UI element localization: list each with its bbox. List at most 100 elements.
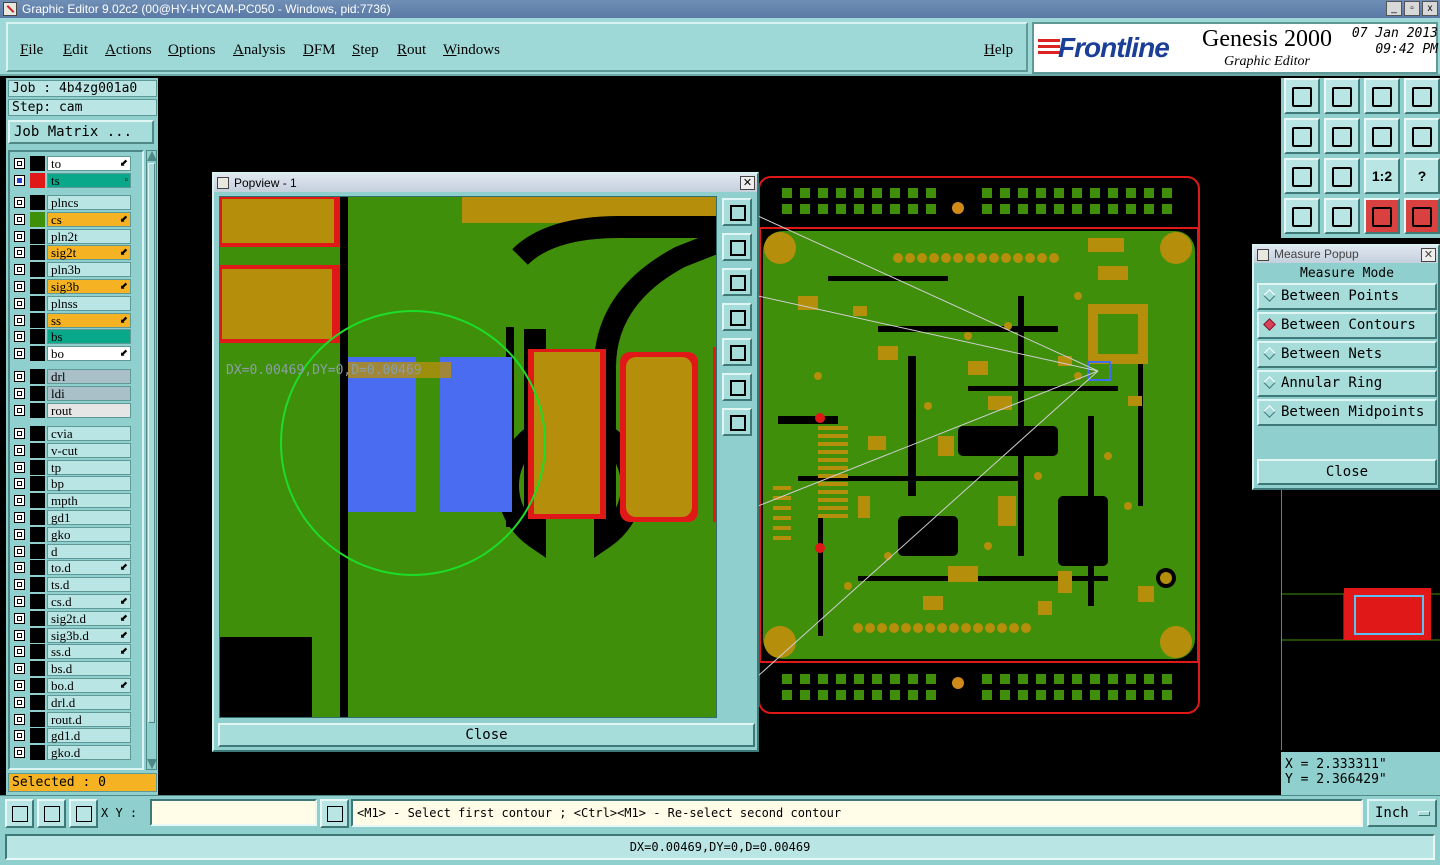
option-annular-ring[interactable]: Annular Ring xyxy=(1257,370,1437,397)
layer-color-swatch[interactable] xyxy=(30,229,45,244)
layer-row-pln2t[interactable]: pln2t xyxy=(12,229,140,244)
layer-name[interactable]: v-cut xyxy=(47,443,131,458)
menu-analysis[interactable]: Analysis xyxy=(233,42,286,59)
menu-actions[interactable]: Actions xyxy=(105,42,152,59)
layer-row-gko[interactable]: gko xyxy=(12,527,140,542)
layer-row-sig2t.d[interactable]: sig2t.d ⬋ xyxy=(12,611,140,626)
close-window-button[interactable]: x xyxy=(1422,1,1438,16)
layer-color-swatch[interactable] xyxy=(30,279,45,294)
layer-row-ts.d[interactable]: ts.d xyxy=(12,577,140,592)
layer-name[interactable]: sig3b ⬋ xyxy=(47,279,131,294)
popview-zoom-out-icon[interactable] xyxy=(722,373,752,401)
measure-close-button[interactable]: Close xyxy=(1257,459,1437,485)
option-between-nets[interactable]: Between Nets xyxy=(1257,341,1437,368)
layer-checkbox[interactable] xyxy=(14,613,25,624)
layer-color-swatch[interactable] xyxy=(30,661,45,676)
layer-color-swatch[interactable] xyxy=(30,695,45,710)
maximize-button[interactable]: ▫ xyxy=(1404,1,1420,16)
layer-color-swatch[interactable] xyxy=(30,262,45,277)
layer-color-swatch[interactable] xyxy=(30,493,45,508)
layer-checkbox[interactable] xyxy=(14,747,25,758)
layer-color-swatch[interactable] xyxy=(30,510,45,525)
menu-options[interactable]: Options xyxy=(168,42,216,59)
layer-checkbox[interactable] xyxy=(14,646,25,657)
layer-color-swatch[interactable] xyxy=(30,313,45,328)
layer-row-v-cut[interactable]: v-cut xyxy=(12,443,140,458)
layer-checkbox[interactable] xyxy=(14,445,25,456)
layer-row-plncs[interactable]: plncs xyxy=(12,195,140,210)
layer-checkbox[interactable] xyxy=(14,247,25,258)
layer-color-swatch[interactable] xyxy=(30,544,45,559)
layer-color-swatch[interactable] xyxy=(30,369,45,384)
popview-zoom-icon[interactable] xyxy=(722,198,752,226)
layer-checkbox[interactable] xyxy=(14,730,25,741)
layer-row-cs[interactable]: cs ⬋ xyxy=(12,212,140,227)
job-matrix-button[interactable]: Job Matrix ... xyxy=(8,120,154,144)
layer-checkbox[interactable] xyxy=(14,697,25,708)
layer-name[interactable]: ts.d xyxy=(47,577,131,592)
info-icon[interactable] xyxy=(320,799,349,828)
layer-name[interactable]: cs ⬋ xyxy=(47,212,131,227)
layer-name[interactable]: gko.d xyxy=(47,745,131,760)
layer-row-mpth[interactable]: mpth xyxy=(12,493,140,508)
layer-color-swatch[interactable] xyxy=(30,594,45,609)
layer-name[interactable]: rout xyxy=(47,403,131,418)
split-view-icon[interactable] xyxy=(1404,78,1440,114)
layer-color-swatch[interactable] xyxy=(30,195,45,210)
layer-checkbox[interactable] xyxy=(14,478,25,489)
layer-scrollbar[interactable] xyxy=(146,150,157,770)
pan-left-icon[interactable] xyxy=(1284,118,1320,154)
overview-map[interactable] xyxy=(1281,490,1440,750)
layer-checkbox[interactable] xyxy=(14,298,25,309)
option-between-points[interactable]: Between Points xyxy=(1257,283,1437,310)
layer-row-bs.d[interactable]: bs.d xyxy=(12,661,140,676)
layer-name[interactable]: ts ▫ xyxy=(47,173,131,188)
layer-color-swatch[interactable] xyxy=(30,403,45,418)
help-icon[interactable]: ? xyxy=(1404,158,1440,194)
redraw-icon[interactable] xyxy=(1404,118,1440,154)
menu-edit[interactable]: Edit xyxy=(63,42,88,59)
menu-dfm[interactable]: DFM xyxy=(303,42,336,59)
layer-row-ldi[interactable]: ldi xyxy=(12,386,140,401)
layer-name[interactable]: gko xyxy=(47,527,131,542)
layer-name[interactable]: rout.d xyxy=(47,712,131,727)
snap-icon[interactable] xyxy=(5,799,34,828)
layer-row-tp[interactable]: tp xyxy=(12,460,140,475)
option-between-midpoints[interactable]: Between Midpoints xyxy=(1257,399,1437,426)
pan-down-icon[interactable] xyxy=(1324,78,1360,114)
scroll-up-icon[interactable] xyxy=(147,151,157,161)
layer-row-cvia[interactable]: cvia xyxy=(12,426,140,441)
layer-checkbox[interactable] xyxy=(14,175,25,186)
layer-name[interactable]: tp xyxy=(47,460,131,475)
layer-row-gd1[interactable]: gd1 xyxy=(12,510,140,525)
layer-name[interactable]: sig2t.d ⬋ xyxy=(47,611,131,626)
layer-color-swatch[interactable] xyxy=(30,644,45,659)
layer-checkbox[interactable] xyxy=(14,405,25,416)
layer-row-sig3b.d[interactable]: sig3b.d ⬋ xyxy=(12,628,140,643)
layer-row-to[interactable]: to ⬋ xyxy=(12,156,140,171)
layer-row-ss.d[interactable]: ss.d ⬋ xyxy=(12,644,140,659)
zoom-fit-icon[interactable] xyxy=(1284,158,1320,194)
layer-color-swatch[interactable] xyxy=(30,577,45,592)
undo-view-icon[interactable] xyxy=(1364,118,1400,154)
layer-checkbox[interactable] xyxy=(14,348,25,359)
layer-checkbox[interactable] xyxy=(14,495,25,506)
layer-color-swatch[interactable] xyxy=(30,426,45,441)
layer-name[interactable]: cvia xyxy=(47,426,131,441)
popview-close-icon[interactable]: ✕ xyxy=(740,176,755,190)
graphic-canvas[interactable]: Popview - 1 ✕ DX=0.00469,DY=0,D=0.00469 … xyxy=(158,78,1280,795)
layer-checkbox[interactable] xyxy=(14,428,25,439)
layer-row-ss[interactable]: ss ⬋ xyxy=(12,313,140,328)
layer-checkbox[interactable] xyxy=(14,197,25,208)
snap-grid-icon[interactable] xyxy=(37,799,66,828)
layer-color-swatch[interactable] xyxy=(30,212,45,227)
layer-row-gd1.d[interactable]: gd1.d xyxy=(12,728,140,743)
layer-name[interactable]: drl xyxy=(47,369,131,384)
menu-windows[interactable]: Windows xyxy=(443,42,500,59)
layer-checkbox[interactable] xyxy=(14,315,25,326)
scale-icon[interactable]: 1:2 xyxy=(1364,158,1400,194)
popview-pan-left-icon[interactable] xyxy=(722,303,752,331)
home-icon[interactable] xyxy=(1364,78,1400,114)
layer-name[interactable]: ss ⬋ xyxy=(47,313,131,328)
layer-name[interactable]: to.d ⬋ xyxy=(47,560,131,575)
